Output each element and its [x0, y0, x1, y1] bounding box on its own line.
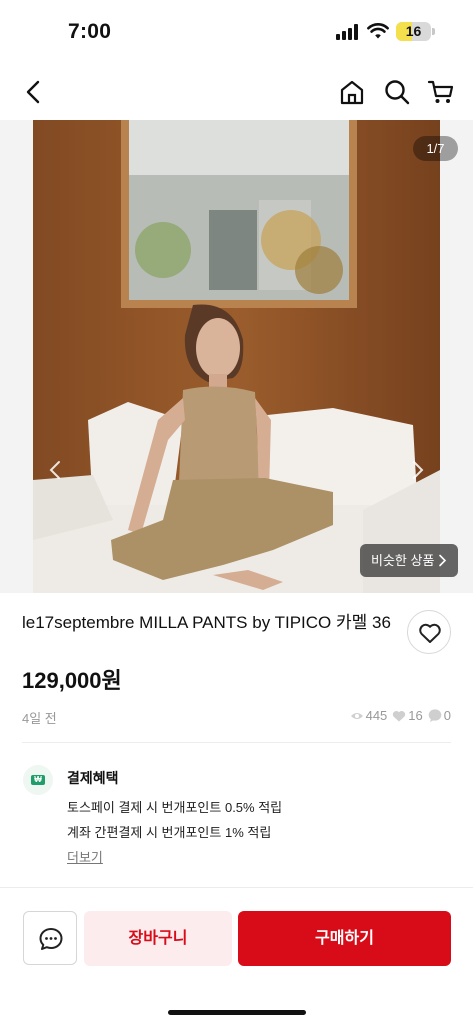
- product-stats: 445 16 0: [345, 708, 451, 723]
- won-badge: ₩: [31, 775, 45, 785]
- battery-icon: 16: [396, 22, 431, 41]
- chat-button[interactable]: [23, 911, 77, 965]
- chevron-right-icon: [439, 554, 447, 567]
- heart-icon: [419, 623, 441, 643]
- signal-icon: [336, 24, 361, 40]
- product-gallery[interactable]: [0, 120, 473, 593]
- like-button[interactable]: [407, 610, 451, 654]
- chat-count-icon: [428, 709, 442, 722]
- likes-stat: 16: [392, 708, 423, 723]
- heart-icon: [393, 710, 406, 721]
- image-counter: 1/7: [413, 136, 458, 161]
- eye-icon: [350, 712, 363, 719]
- payment-benefit-icon: ₩: [23, 765, 53, 795]
- home-icon[interactable]: [338, 78, 366, 106]
- home-indicator: [168, 1010, 306, 1015]
- wifi-icon: [367, 23, 389, 39]
- chat-icon: [39, 928, 63, 950]
- search-icon[interactable]: [383, 78, 411, 106]
- views-count: 445: [365, 708, 388, 723]
- likes-count: 16: [408, 708, 423, 723]
- divider: [22, 742, 451, 743]
- views-stat: 445: [350, 708, 388, 723]
- similar-products-label: 비슷한 상품: [371, 553, 435, 568]
- posted-date: 4일 전: [22, 711, 57, 726]
- chats-stat: 0: [428, 708, 451, 723]
- status-bar: 7:00 16: [0, 0, 473, 62]
- battery-label: 16: [405, 23, 422, 39]
- top-navigation: [0, 62, 473, 120]
- similar-products-button[interactable]: 비슷한 상품: [360, 544, 458, 577]
- benefit-line: 계좌 간편결제 시 번개포인트 1% 적립: [67, 825, 272, 840]
- battery-tip: [432, 28, 435, 35]
- product-title: le17septembre MILLA PANTS by TIPICO 카멜 3…: [22, 613, 391, 632]
- benefit-title: 결제혜택: [67, 770, 119, 786]
- back-icon[interactable]: [20, 78, 48, 106]
- add-to-cart-button[interactable]: 장바구니: [84, 911, 232, 966]
- status-time: 7:00: [68, 20, 112, 43]
- chats-count: 0: [443, 708, 451, 723]
- product-photo[interactable]: [33, 120, 440, 593]
- chevron-right-icon[interactable]: [408, 456, 428, 484]
- benefit-line: 토스페이 결제 시 번개포인트 0.5% 적립: [67, 800, 283, 815]
- more-link[interactable]: 더보기: [67, 847, 103, 866]
- chevron-left-icon[interactable]: [45, 456, 65, 484]
- product-price: 129,000원: [22, 668, 122, 693]
- buy-now-button[interactable]: 구매하기: [238, 911, 451, 966]
- cart-icon[interactable]: [427, 78, 455, 106]
